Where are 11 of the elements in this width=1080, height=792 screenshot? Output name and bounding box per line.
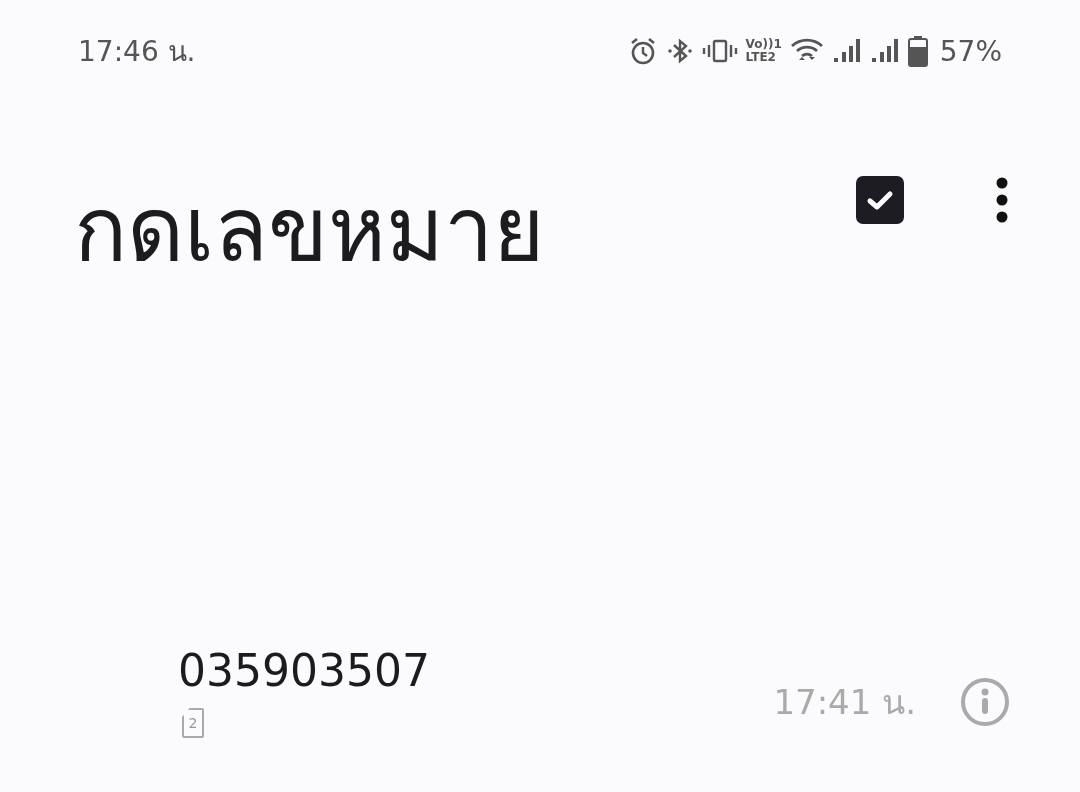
volte-indicator: Vo))1 LTE2 xyxy=(745,38,782,64)
status-time: 17:46 น. xyxy=(78,34,196,70)
battery-percent: 57% xyxy=(939,34,1002,68)
page-title: กดเลขหมาย xyxy=(74,182,545,279)
bluetooth-icon xyxy=(665,36,694,66)
sim-card-icon: 2 xyxy=(182,708,204,738)
phone-number: 035903507 xyxy=(178,645,431,696)
battery-icon xyxy=(907,35,928,67)
select-button[interactable] xyxy=(856,176,904,225)
call-time: 17:41 น. xyxy=(773,680,916,724)
more-options-button[interactable] xyxy=(996,177,1008,224)
